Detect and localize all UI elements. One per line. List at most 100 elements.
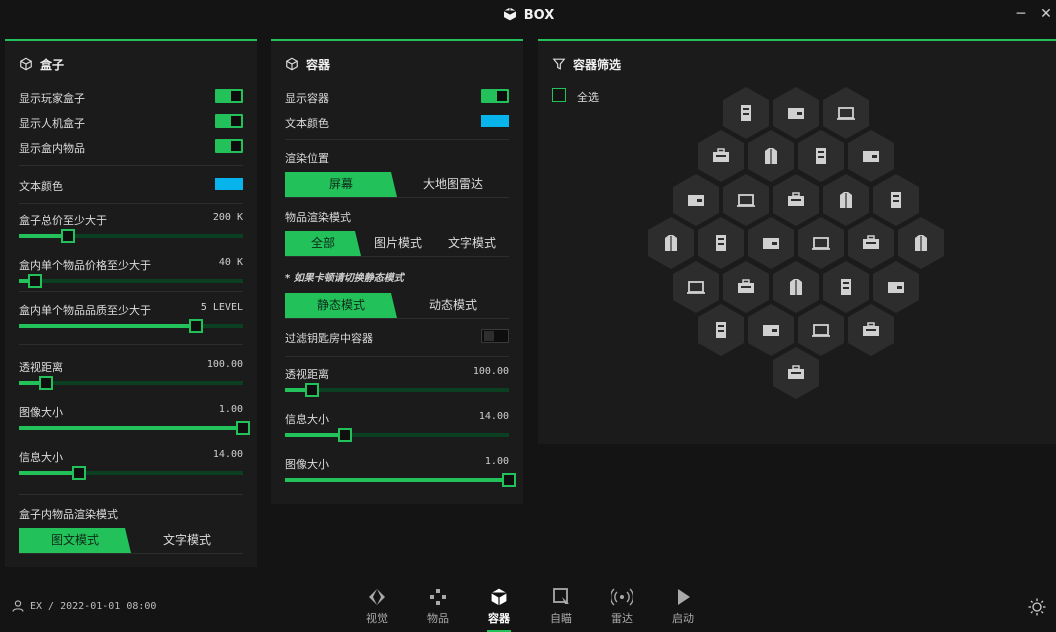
box-toggle-1-row: 显示人机盒子	[19, 113, 243, 131]
container-type-6-0[interactable]	[773, 347, 819, 399]
container-type-3-0[interactable]	[648, 217, 694, 269]
container-type-3-5[interactable]	[898, 217, 944, 269]
container-slider-0-knob[interactable]	[304, 383, 319, 397]
container-type-3-2[interactable]	[748, 217, 794, 269]
container-text-color-row: 文本颜色	[285, 113, 509, 131]
container-slider-2-slider[interactable]	[285, 473, 516, 487]
container-type-1-2[interactable]	[798, 130, 844, 182]
nav-radar[interactable]: 雷达	[602, 586, 642, 630]
container-type-2-3[interactable]	[823, 174, 869, 226]
container-type-4-0[interactable]	[673, 261, 719, 313]
filter-key-room-toggle[interactable]	[481, 329, 509, 343]
box-slider-1-slider[interactable]	[19, 274, 243, 288]
box-slider-1-label: 盒内单个物品价格至少大于	[19, 259, 151, 272]
box-slider-3-knob[interactable]	[38, 376, 53, 390]
box-toggle-2-toggle[interactable]	[215, 139, 243, 153]
container-slider-1-knob[interactable]	[338, 428, 353, 442]
bottom-bar: EX / 2022-01-01 08:00 视觉 物品 容器 自瞄 雷达 启动	[0, 578, 1056, 632]
container-type-4-1[interactable]	[723, 261, 769, 313]
container-type-5-2[interactable]	[798, 304, 844, 356]
box-slider-1-knob[interactable]	[27, 274, 42, 288]
select-all-checkbox[interactable]	[552, 88, 566, 102]
container-type-5-0[interactable]	[698, 304, 744, 356]
box-slider-4-slider[interactable]	[19, 421, 250, 435]
coat-icon	[891, 192, 901, 208]
box-slider-0-knob[interactable]	[61, 229, 76, 243]
box-render-mode-option-1[interactable]: 文字模式	[131, 528, 243, 553]
item-render-mode-option-1[interactable]: 图片模式	[361, 231, 435, 256]
container-slider-2-knob[interactable]	[502, 473, 516, 487]
box-slider-2-knob[interactable]	[188, 319, 203, 333]
box-slider-4-row: 图像大小 1.00	[19, 402, 243, 420]
motion-mode-option-1[interactable]: 动态模式	[397, 293, 509, 318]
box-toggle-0-row: 显示玩家盒子	[19, 88, 243, 106]
nav-cube[interactable]: 容器	[479, 586, 519, 632]
container-slider-1-fill	[285, 433, 346, 437]
container-type-1-3[interactable]	[848, 130, 894, 182]
container-filter-panel: 容器筛选 全选	[538, 39, 1056, 444]
box-toggle-0-toggle[interactable]	[215, 89, 243, 103]
jacket-icon	[840, 192, 852, 208]
container-type-2-0[interactable]	[673, 174, 719, 226]
box-slider-5-slider[interactable]	[19, 466, 243, 480]
container-slider-1-value: 14.00	[478, 411, 509, 422]
radar-icon	[611, 588, 633, 606]
container-type-0-2[interactable]	[823, 87, 869, 139]
close-button[interactable]: ✕	[1038, 6, 1054, 22]
theme-toggle-icon[interactable]	[1028, 598, 1046, 616]
aim-icon	[553, 588, 569, 604]
container-type-4-4[interactable]	[873, 261, 919, 313]
recycle-bin-icon	[888, 282, 904, 293]
container-type-5-1[interactable]	[748, 304, 794, 356]
show-container-toggle[interactable]	[481, 89, 509, 103]
container-slider-1-slider[interactable]	[285, 428, 509, 442]
container-type-4-2[interactable]	[773, 261, 819, 313]
container-type-3-1[interactable]	[698, 217, 744, 269]
box-panel-title-text: 盒子	[40, 58, 65, 72]
container-type-3-4[interactable]	[848, 217, 894, 269]
nav-play[interactable]: 启动	[663, 586, 703, 630]
container-type-2-1[interactable]	[723, 174, 769, 226]
box-slider-0-slider[interactable]	[19, 229, 243, 243]
motion-mode-option-0[interactable]: 静态模式	[285, 293, 397, 318]
container-type-0-1[interactable]	[773, 87, 819, 139]
select-all-label: 全选	[577, 91, 599, 104]
cube-outline-icon	[286, 57, 298, 71]
cabinet-icon	[741, 105, 751, 121]
package-icon	[790, 279, 802, 295]
chest-icon	[915, 235, 927, 251]
container-type-3-3[interactable]	[798, 217, 844, 269]
container-type-4-3[interactable]	[823, 261, 869, 313]
box-slider-4-knob[interactable]	[236, 421, 250, 435]
container-text-color-swatch[interactable]	[481, 115, 509, 127]
box-text-color-swatch[interactable]	[215, 178, 243, 190]
box-slider-3-slider[interactable]	[19, 376, 243, 390]
container-slider-0-slider[interactable]	[285, 383, 509, 397]
item-render-mode-option-0[interactable]: 全部	[285, 231, 361, 256]
item-render-mode-option-2[interactable]: 文字模式	[435, 231, 509, 256]
nav-aim[interactable]: 自瞄	[541, 586, 581, 630]
container-type-0-0[interactable]	[723, 87, 769, 139]
filter-key-room-label: 过滤钥匙房中容器	[285, 332, 373, 345]
divider	[19, 203, 243, 204]
container-type-2-4[interactable]	[873, 174, 919, 226]
container-type-2-2[interactable]	[773, 174, 819, 226]
cash-stack-icon	[716, 235, 726, 251]
container-type-1-1[interactable]	[748, 130, 794, 182]
box-slider-2-slider[interactable]	[19, 319, 243, 333]
nav-items[interactable]: 物品	[418, 586, 458, 630]
render-position-option-1[interactable]: 大地图雷达	[397, 172, 509, 197]
container-type-1-0[interactable]	[698, 130, 744, 182]
render-position-option-0[interactable]: 屏幕	[285, 172, 397, 197]
nav-eye[interactable]: 视觉	[357, 586, 397, 630]
nav-label: 容器	[488, 612, 510, 625]
box-render-mode-option-0[interactable]: 图文模式	[19, 528, 131, 553]
container-type-5-3[interactable]	[848, 304, 894, 356]
nav-label: 雷达	[611, 612, 633, 625]
minimize-button[interactable]: ─	[1013, 6, 1029, 22]
divider	[19, 494, 243, 495]
box-toggle-1-toggle[interactable]	[215, 114, 243, 128]
divider	[19, 344, 243, 345]
container-slider-0-label: 透视距离	[285, 368, 329, 381]
box-slider-5-knob[interactable]	[72, 466, 87, 480]
